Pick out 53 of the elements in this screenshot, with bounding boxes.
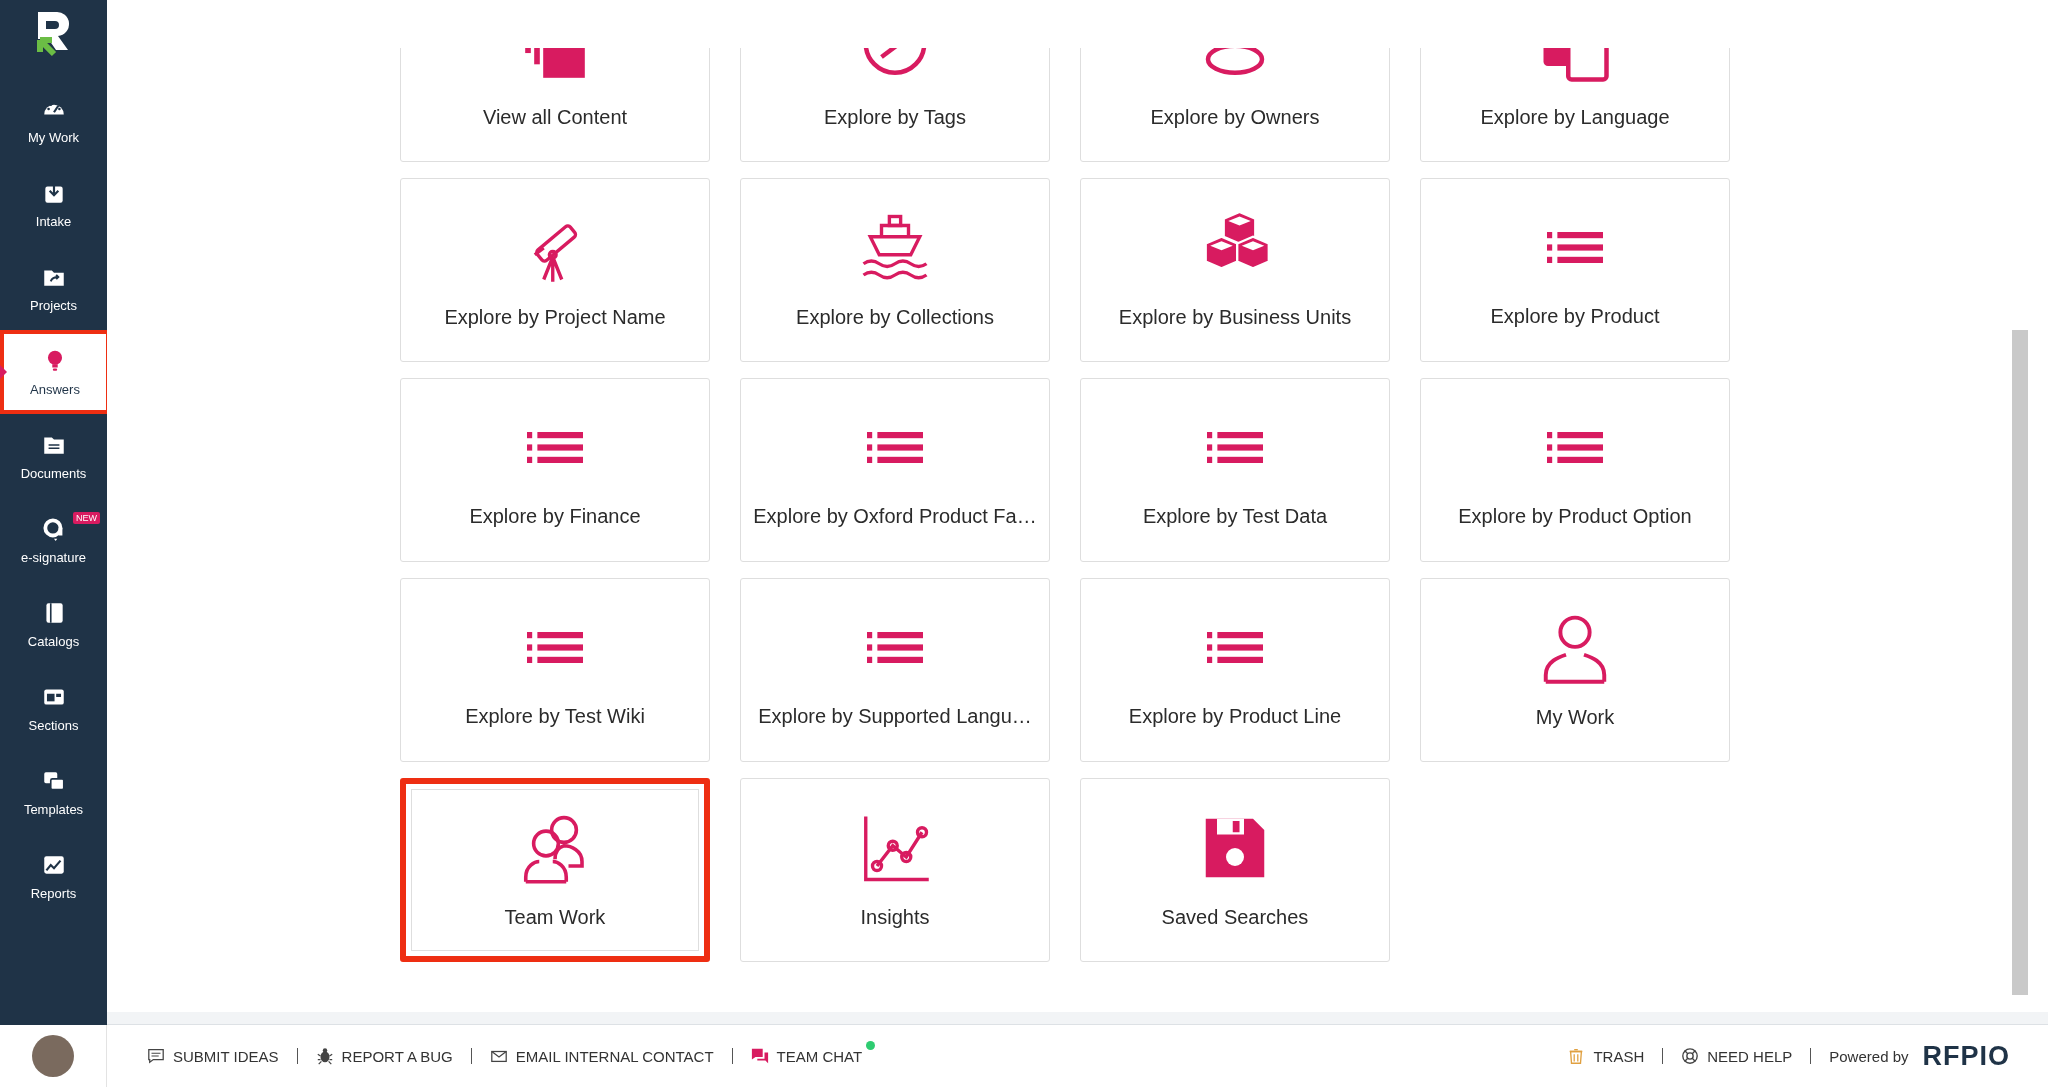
sidebar-item[interactable]: Documents [0,414,107,498]
list-icon [527,432,583,463]
new-badge: NEW [73,512,100,524]
footer-link[interactable]: NEED HELP [1681,1047,1793,1065]
footer-link[interactable]: TEAM CHAT [750,1039,876,1073]
explore-card[interactable]: Saved Searches [1080,778,1390,962]
sidebar-item[interactable]: Catalogs [0,582,107,666]
explore-card[interactable]: Explore by Language [1420,48,1730,162]
powered-by-text: Powered by [1829,1047,1909,1065]
sidebar-item[interactable]: Intake [0,162,107,246]
sidebar-item[interactable]: Projects [0,246,107,330]
explore-card[interactable]: Explore by Product [1420,178,1730,362]
sidebar-item[interactable]: My Work [0,78,107,162]
explore-card[interactable]: Explore by Business Units [1080,178,1390,362]
list-icon [1207,432,1263,463]
sidebar-item[interactable]: NEW e-signature [0,498,107,582]
list-icon [867,632,923,663]
explore-card[interactable]: Explore by Collections [740,178,1050,362]
scrollbar-thumb[interactable] [2012,330,2028,995]
explore-card[interactable]: Explore by Tags [740,48,1050,162]
explore-card[interactable]: Explore by Owners [1080,48,1390,162]
comment-icon [147,1047,165,1065]
brand-logo: RFPIO [1922,1040,2010,1072]
explore-card[interactable]: Explore by Test Wiki [400,578,710,762]
chat-icon [750,1047,769,1065]
explore-card[interactable]: Explore by Supported Langu… [740,578,1050,762]
sidebar-item[interactable]: Sections [0,666,107,750]
explore-card[interactable]: Explore by Finance [400,378,710,562]
footer-link[interactable]: TRASH [1567,1047,1645,1065]
sidebar-item[interactable]: Templates [0,750,107,834]
list-icon [1547,432,1603,463]
footer-link[interactable]: EMAIL INTERNAL CONTACT [489,1047,714,1065]
explore-card[interactable]: View all Content [400,48,710,162]
footer-link[interactable]: SUBMIT IDEAS [147,1047,279,1065]
explore-card[interactable]: Explore by Project Name [400,178,710,362]
list-icon [527,632,583,663]
explore-card[interactable]: Team Work [400,778,710,962]
footer-link[interactable]: REPORT A BUG [315,1047,453,1065]
explore-card[interactable]: My Work [1420,578,1730,762]
explore-card[interactable]: Explore by Product Line [1080,578,1390,762]
explore-card[interactable]: Explore by Oxford Product Fa… [740,378,1050,562]
bug-icon [315,1047,334,1065]
sidebar-item[interactable]: Answers [0,330,110,414]
list-icon [867,432,923,463]
avatar[interactable] [32,1035,74,1077]
list-icon [1207,632,1263,663]
explore-card[interactable]: Explore by Test Data [1080,378,1390,562]
explore-card[interactable]: Insights [740,778,1050,962]
explore-card[interactable]: Explore by Product Option [1420,378,1730,562]
sidebar-item[interactable]: Reports [0,834,107,918]
selection-pointer [0,365,7,379]
list-icon [1547,232,1603,263]
help-icon [1681,1047,1700,1065]
